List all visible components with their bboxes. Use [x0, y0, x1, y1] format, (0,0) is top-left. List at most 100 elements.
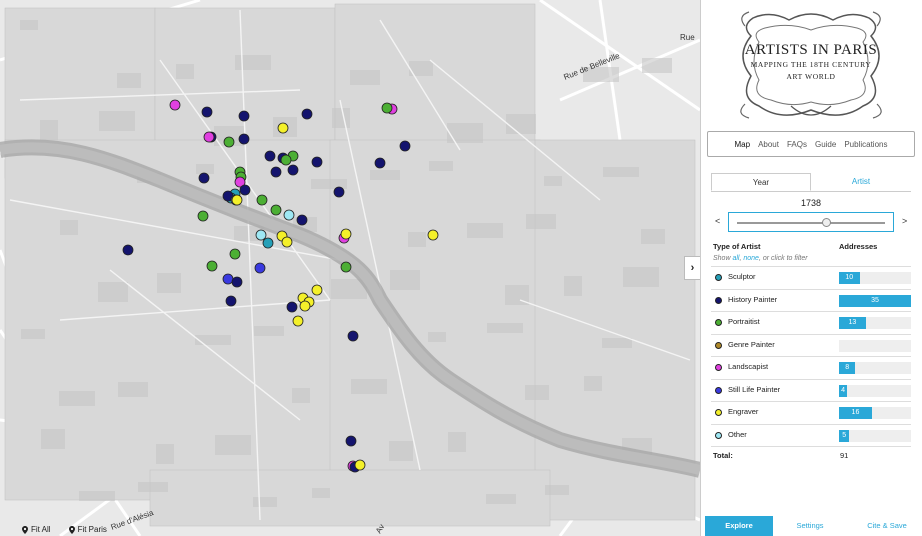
city-block — [157, 273, 181, 293]
artist-marker — [255, 229, 267, 241]
sidebar-collapse-button[interactable]: › — [684, 256, 700, 280]
fit-paris-button[interactable]: Fit Paris — [68, 525, 107, 534]
address-bar-track: 4 — [839, 384, 911, 397]
fit-all-button[interactable]: Fit All — [22, 525, 51, 534]
fit-paris-label: Fit Paris — [77, 525, 107, 534]
city-block — [526, 214, 556, 229]
address-bar-track: 5 — [839, 429, 911, 442]
address-count-bar: 16 — [839, 407, 872, 419]
city-block — [623, 267, 659, 287]
artist-marker — [311, 284, 323, 296]
artist-marker — [270, 204, 282, 216]
city-block — [292, 388, 310, 403]
map-sheet — [329, 139, 541, 491]
legend-row[interactable]: Genre Painter — [711, 333, 911, 356]
city-block — [642, 58, 672, 73]
artist-marker — [198, 172, 210, 184]
nav-guide[interactable]: Guide — [815, 140, 836, 149]
city-block — [41, 429, 65, 449]
artist-marker — [296, 214, 308, 226]
nav-map[interactable]: Map — [735, 140, 751, 149]
legend-label: Other — [728, 429, 747, 439]
city-block — [20, 20, 38, 30]
city-block — [118, 382, 148, 397]
artist-marker — [270, 166, 282, 178]
city-block — [602, 338, 632, 348]
artist-marker — [231, 276, 243, 288]
show-none-link[interactable]: none — [743, 255, 759, 262]
main-nav: Map About FAQs Guide Publications — [707, 131, 915, 157]
address-count-bar: 4 — [839, 384, 848, 397]
nav-faqs[interactable]: FAQs — [787, 140, 807, 149]
address-bar-track: 16 — [839, 407, 911, 419]
artist-marker — [229, 248, 241, 260]
slider-thumb[interactable] — [821, 218, 831, 227]
artist-marker — [283, 209, 295, 221]
artist-marker — [231, 194, 243, 206]
map-controls: Fit All Fit Paris — [22, 525, 107, 534]
year-slider[interactable] — [728, 212, 894, 232]
legend-row[interactable]: Other 5 — [711, 423, 911, 446]
artist-marker — [381, 102, 393, 114]
explore-button[interactable]: Explore — [705, 516, 773, 536]
city-block — [235, 55, 271, 70]
address-count-bar: 13 — [839, 317, 866, 329]
street-label: Rue — [680, 33, 695, 42]
total-label: Total: — [713, 451, 733, 460]
artist-marker — [264, 150, 276, 162]
city-block — [389, 441, 413, 461]
logo-subtitle-2: ART WORLD — [786, 72, 836, 81]
artist-marker — [203, 131, 215, 143]
artist-marker — [280, 154, 292, 166]
city-block — [196, 164, 214, 174]
sidebar: ARTISTS IN PARIS MAPPING THE 18TH CENTUR… — [700, 0, 922, 536]
city-block — [506, 114, 536, 134]
city-block — [79, 491, 115, 501]
artist-marker — [238, 110, 250, 122]
address-count-bar: 8 — [839, 362, 856, 374]
city-block — [312, 488, 330, 498]
city-block — [21, 329, 45, 339]
legend-label: Genre Painter — [728, 339, 775, 349]
tab-artist[interactable]: Artist — [811, 173, 911, 191]
legend-row[interactable]: Portraitist 13 — [711, 311, 911, 333]
legend-col-addresses: Addresses — [839, 242, 878, 251]
city-block — [254, 326, 284, 336]
legend-row[interactable]: Still Life Painter 4 — [711, 378, 911, 401]
legend-row[interactable]: Engraver 16 — [711, 401, 911, 423]
city-block — [253, 497, 277, 507]
map-view[interactable]: Rue de Belleville Rue Rue d'Alésia Av › Fit… — [0, 0, 700, 536]
logo-title: ARTISTS IN PARIS — [744, 42, 878, 58]
address-count-bar: 35 — [839, 294, 911, 307]
legend-row[interactable]: Landscapist 8 — [711, 356, 911, 378]
city-block — [584, 376, 602, 391]
artist-marker — [225, 295, 237, 307]
legend-row[interactable]: History Painter 35 — [711, 288, 911, 311]
cite-save-button[interactable]: Cite & Save — [857, 516, 917, 536]
city-block — [467, 223, 503, 238]
legend-label: Engraver — [728, 407, 759, 416]
city-block — [156, 444, 174, 464]
artist-marker — [311, 156, 323, 168]
artist-marker — [254, 262, 266, 274]
year-prev-button[interactable]: < — [715, 216, 720, 226]
map-canvas[interactable]: Rue de BellevilleRueRue d'Alésia Av — [0, 0, 700, 536]
artist-marker — [281, 236, 293, 248]
artist-marker — [197, 210, 209, 222]
location-pin-icon — [68, 525, 75, 534]
logo: ARTISTS IN PARIS MAPPING THE 18TH CENTUR… — [731, 6, 891, 126]
legend-row[interactable]: Sculptor 10 — [711, 266, 911, 288]
artist-marker — [333, 186, 345, 198]
year-next-button[interactable]: > — [902, 216, 907, 226]
city-block — [215, 435, 251, 455]
city-block — [428, 332, 446, 342]
nav-publications[interactable]: Publications — [844, 140, 887, 149]
legend-label: Sculptor — [728, 272, 756, 281]
artist-marker — [201, 106, 213, 118]
city-block — [98, 282, 128, 302]
city-block — [603, 167, 639, 177]
legend-swatch — [715, 386, 722, 394]
settings-button[interactable]: Settings — [785, 516, 835, 536]
tab-year[interactable]: Year — [711, 173, 811, 191]
nav-about[interactable]: About — [758, 140, 779, 149]
